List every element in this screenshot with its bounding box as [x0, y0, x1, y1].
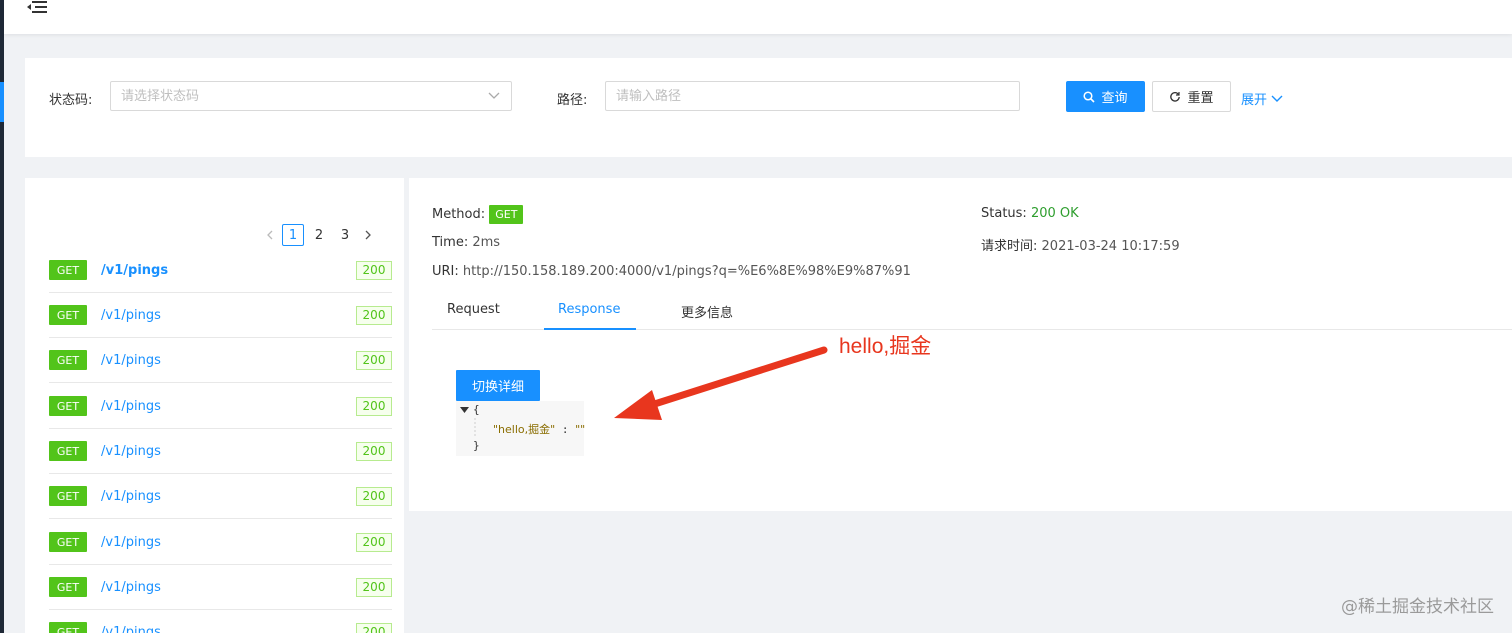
watermark: @稀土掘金技术社区	[1341, 597, 1494, 617]
uri-label: URI:	[432, 264, 459, 279]
json-colon: :	[561, 423, 569, 436]
collapse-caret-icon[interactable]	[460, 407, 469, 413]
top-bar	[4, 0, 1512, 34]
json-viewer: { "hello,掘金" : "" }	[456, 401, 585, 456]
expand-link[interactable]: 展开	[1241, 89, 1283, 108]
list-item[interactable]: GET /v1/pings 200	[49, 338, 392, 383]
method-tag: GET	[49, 441, 87, 461]
method-tag: GET	[49, 260, 87, 280]
request-path[interactable]: /v1/pings	[101, 399, 356, 414]
tab-response[interactable]: Response	[558, 302, 620, 317]
status-badge: 200	[356, 350, 392, 370]
list-item[interactable]: GET /v1/pings 200	[49, 248, 392, 293]
search-button-label: 查询	[1101, 91, 1128, 106]
list-item[interactable]: GET /v1/pings 200	[49, 610, 392, 633]
request-path[interactable]: /v1/pings	[101, 489, 356, 504]
time-row: Time: 2ms	[432, 235, 500, 250]
method-tag: GET	[49, 305, 87, 325]
method-tag: GET	[49, 577, 87, 597]
chevron-down-icon	[488, 92, 500, 99]
request-path[interactable]: /v1/pings	[101, 535, 356, 550]
json-key: "hello,掘金"	[493, 423, 556, 436]
chevron-down-icon	[1271, 95, 1283, 102]
json-open-brace: {	[473, 403, 480, 416]
list-item[interactable]: GET /v1/pings 200	[49, 429, 392, 474]
status-badge: 200	[356, 532, 392, 552]
next-page-icon[interactable]	[360, 224, 376, 246]
reset-button[interactable]: 重置	[1152, 81, 1231, 112]
method-row: Method: GET	[432, 205, 524, 224]
tab-more-info[interactable]: 更多信息	[681, 302, 733, 321]
path-input[interactable]	[605, 81, 1020, 111]
status-code-select[interactable]	[110, 81, 512, 111]
time-value: 2ms	[472, 235, 501, 250]
list-item[interactable]: GET /v1/pings 200	[49, 384, 392, 429]
uri-value: http://150.158.189.200:4000/v1/pings?q=%…	[462, 264, 911, 279]
reset-button-label: 重置	[1187, 91, 1214, 106]
status-badge: 200	[356, 305, 392, 325]
method-tag: GET	[49, 622, 87, 633]
list-item[interactable]: GET /v1/pings 200	[49, 565, 392, 610]
status-badge: 200	[356, 396, 392, 416]
indent-guide	[474, 418, 476, 436]
status-badge: 200	[356, 486, 392, 506]
request-time-row: 请求时间: 2021-03-24 10:17:59	[981, 235, 1180, 254]
uri-row: URI: http://150.158.189.200:4000/v1/ping…	[432, 264, 911, 279]
status-label: Status:	[981, 206, 1027, 221]
page-3[interactable]: 3	[334, 224, 356, 246]
status-badge: 200	[356, 622, 392, 633]
expand-label: 展开	[1241, 93, 1268, 108]
method-tag: GET	[49, 486, 87, 506]
annotation-arrow	[614, 346, 828, 420]
search-button[interactable]: 查询	[1066, 81, 1145, 112]
filter-panel: 状态码: 路径: 查询 重置 展开	[25, 58, 1512, 157]
request-path[interactable]: /v1/pings	[101, 308, 356, 323]
reload-icon	[1170, 91, 1181, 102]
method-tag: GET	[489, 205, 524, 224]
time-label: Time:	[432, 235, 469, 250]
method-label: Method:	[432, 207, 486, 222]
request-path[interactable]: /v1/pings	[101, 444, 356, 459]
page-2[interactable]: 2	[308, 224, 330, 246]
active-tab-indicator	[544, 328, 636, 330]
status-badge: 200	[356, 577, 392, 597]
tab-request[interactable]: Request	[447, 302, 500, 317]
search-icon	[1083, 90, 1096, 103]
pagination: 1 2 3	[262, 224, 376, 246]
annotation-text: hello,掘金	[839, 335, 932, 358]
json-close-brace: }	[473, 439, 480, 452]
json-value: ""	[575, 423, 586, 436]
page-1[interactable]: 1	[282, 224, 304, 246]
list-item[interactable]: GET /v1/pings 200	[49, 474, 392, 519]
method-tag: GET	[49, 350, 87, 370]
request-path[interactable]: /v1/pings	[101, 263, 356, 278]
request-time-label: 请求时间:	[981, 239, 1038, 254]
request-path[interactable]: /v1/pings	[101, 580, 356, 595]
request-path[interactable]: /v1/pings	[101, 625, 356, 633]
status-badge: 200	[356, 260, 392, 280]
toggle-detail-button[interactable]: 切换详细	[456, 370, 540, 401]
request-time-value: 2021-03-24 10:17:59	[1041, 239, 1180, 254]
nav-active-indicator	[0, 82, 4, 122]
prev-page-icon[interactable]	[262, 224, 278, 246]
json-entry: "hello,掘金" : ""	[493, 421, 585, 437]
method-tag: GET	[49, 396, 87, 416]
request-list-panel: 1 2 3 GET /v1/pings 200 GET /v1/pings 20…	[25, 178, 404, 633]
path-label: 路径:	[557, 93, 588, 108]
status-badge: 200	[356, 441, 392, 461]
menu-fold-icon[interactable]	[26, 0, 48, 14]
status-row: Status: 200 OK	[981, 206, 1079, 221]
method-tag: GET	[49, 532, 87, 552]
detail-tabs: Request Response 更多信息	[432, 296, 1512, 330]
request-path[interactable]: /v1/pings	[101, 353, 356, 368]
status-value: 200 OK	[1030, 206, 1079, 221]
request-detail-panel: Method: GET Status: 200 OK Time: 2ms 请求时…	[409, 178, 1512, 511]
status-code-label: 状态码:	[49, 93, 93, 108]
left-nav-strip	[0, 0, 4, 633]
list-item[interactable]: GET /v1/pings 200	[49, 293, 392, 338]
list-item[interactable]: GET /v1/pings 200	[49, 520, 392, 565]
